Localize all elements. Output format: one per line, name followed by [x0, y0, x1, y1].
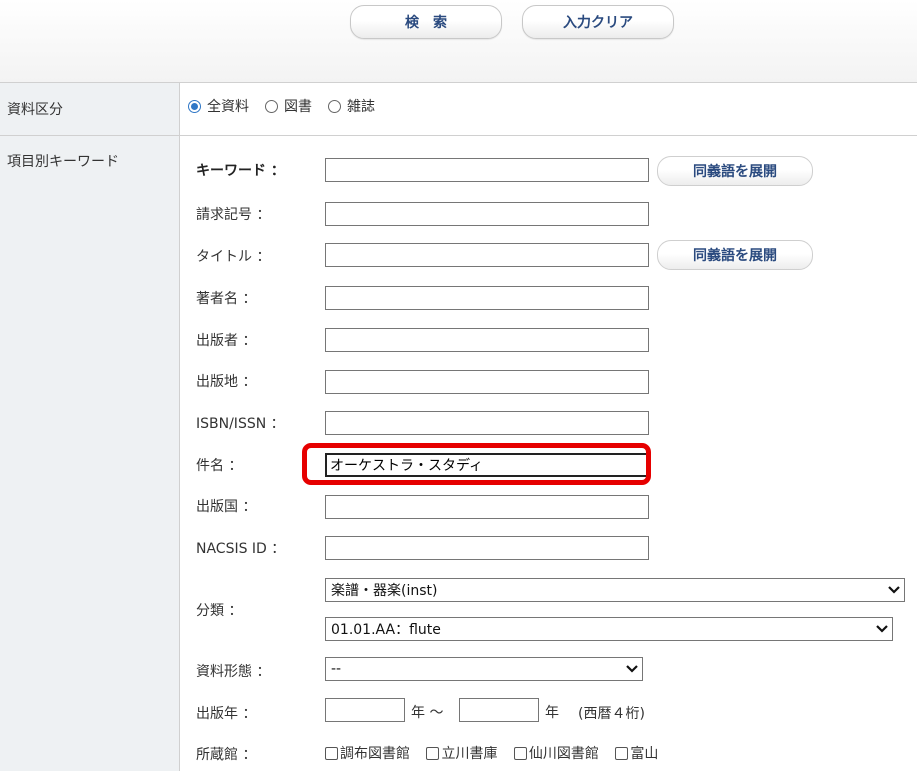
checkbox-tachikawa-storage[interactable]: 立川書庫 [426, 743, 497, 763]
chevron-down-icon [884, 580, 904, 600]
subject-label: 件名 ： [196, 458, 243, 474]
pub-year-to-input[interactable] [459, 698, 539, 722]
place-input[interactable] [325, 370, 649, 394]
holdings-checkbox-group: 調布図書館 立川書庫 仙川図書館 富山 [325, 743, 670, 764]
place-label: 出版地 ： [196, 374, 257, 390]
radio-label: 図書 [284, 99, 312, 115]
checkbox-icon[interactable] [325, 746, 338, 760]
radio-books[interactable]: 図書 [265, 96, 312, 116]
pub-year-to-suffix: 年 [545, 705, 559, 721]
divider [179, 83, 180, 135]
radio-selected-icon[interactable] [188, 99, 201, 113]
radio-unselected-icon[interactable] [265, 99, 278, 113]
checkbox-toyama[interactable]: 富山 [615, 743, 658, 763]
call-number-input[interactable] [325, 202, 649, 226]
chevron-down-icon [622, 659, 642, 679]
checkbox-icon[interactable] [513, 746, 527, 760]
keyword-label-cell [0, 136, 179, 771]
call-number-label: 請求記号 ： [196, 207, 271, 223]
title-label: タイトル ： [196, 249, 271, 265]
checkbox-label: 調布図書館 [340, 746, 410, 762]
keyword-input[interactable] [325, 158, 649, 182]
pub-year-from-input[interactable] [325, 698, 405, 722]
chevron-down-icon [872, 619, 892, 639]
radio-label: 全資料 [207, 99, 249, 115]
keyword-label: キーワード ： [196, 163, 285, 179]
isbn-label: ISBN/ISSN ： [196, 416, 285, 432]
checkbox-chofu-library[interactable]: 調布図書館 [325, 743, 410, 763]
holdings-label: 所蔵館 ： [196, 747, 257, 763]
pub-year-label: 出版年 ： [196, 706, 257, 722]
classification-label: 分類 ： [196, 603, 243, 619]
radio-label: 雑誌 [347, 99, 375, 115]
radio-journals[interactable]: 雑誌 [328, 96, 375, 116]
divider [179, 136, 180, 771]
nacsis-input[interactable] [325, 536, 649, 560]
material-type-radio-group: 全資料 図書 雑誌 [188, 96, 391, 116]
radio-unselected-icon[interactable] [328, 99, 341, 113]
search-button[interactable]: 検索 [350, 5, 502, 39]
select-value: 楽譜・器楽(inst) [331, 583, 438, 599]
highlight-box [302, 443, 651, 485]
radio-all-materials[interactable]: 全資料 [188, 96, 249, 116]
pub-year-from-suffix: 年 ～ [411, 705, 444, 721]
form-type-label: 資料形態 ： [196, 664, 271, 680]
isbn-input[interactable] [325, 411, 649, 435]
checkbox-icon[interactable] [426, 746, 440, 760]
checkbox-label: 富山 [630, 746, 659, 762]
expand-synonyms-title-button[interactable]: 同義語を展開 [657, 240, 813, 270]
checkbox-label: 立川書庫 [441, 746, 498, 762]
clear-input-button[interactable]: 入力クリア [522, 5, 674, 39]
classification-primary-select[interactable]: 楽譜・器楽(inst) [325, 578, 905, 602]
author-label: 著者名 ： [196, 291, 257, 307]
select-value: -- [331, 661, 342, 677]
publisher-label: 出版者 ： [196, 333, 257, 349]
publisher-input[interactable] [325, 328, 649, 352]
title-input[interactable] [325, 243, 649, 267]
classification-secondary-select[interactable]: 01.01.AA：flute [325, 617, 893, 641]
nacsis-label: NACSIS ID ： [196, 541, 286, 557]
select-value: 01.01.AA：flute [331, 622, 441, 638]
checkbox-icon[interactable] [615, 746, 629, 760]
form-type-select[interactable]: -- [325, 657, 643, 681]
material-type-label: 資料区分 [7, 102, 63, 118]
search-toolbar: 検索 入力クリア [0, 0, 917, 82]
checkbox-label: 仙川図書館 [528, 746, 599, 762]
pub-year-note: (西暦４桁) [578, 706, 645, 722]
country-label: 出版国 ： [196, 499, 257, 515]
keywords-section-label: 項目別キーワード [7, 154, 119, 170]
expand-synonyms-button[interactable]: 同義語を展開 [657, 156, 813, 186]
author-input[interactable] [325, 286, 649, 310]
checkbox-sengawa-library[interactable]: 仙川図書館 [513, 743, 599, 763]
country-input[interactable] [325, 495, 649, 519]
